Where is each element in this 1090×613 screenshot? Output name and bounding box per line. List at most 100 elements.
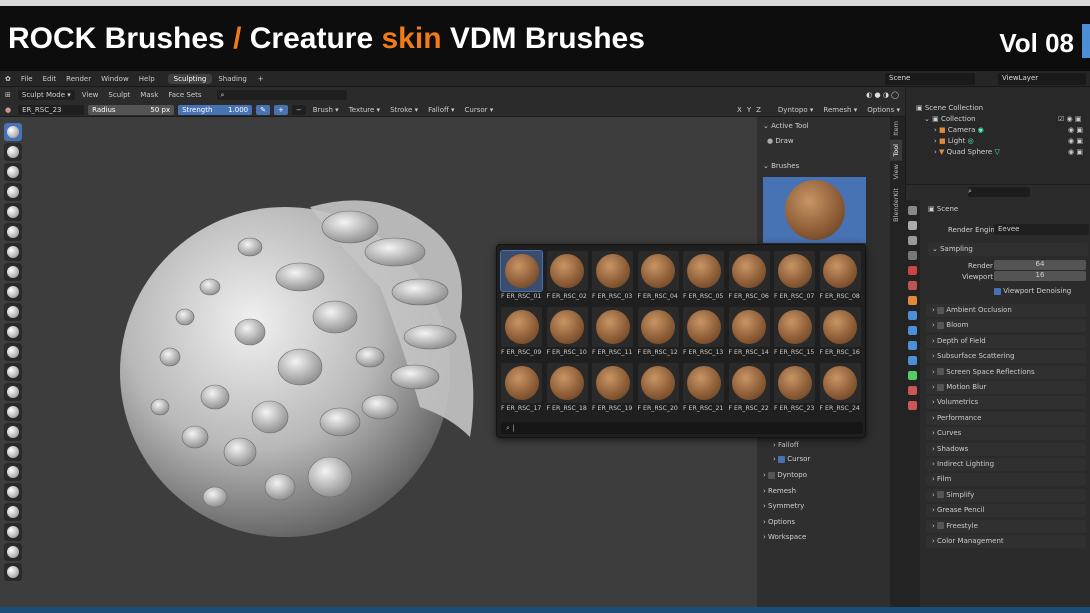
panel-motion-blur[interactable]: › Motion Blur	[926, 381, 1086, 394]
sidebar-tab-blenderkit[interactable]: BlenderKit	[890, 184, 902, 226]
tool-flatten[interactable]	[4, 323, 22, 341]
tool-rotate[interactable]	[4, 543, 22, 561]
active-tool-item[interactable]: ● Draw	[767, 137, 794, 145]
sidebar-section-dyntopo[interactable]: › Dyntopo	[763, 471, 807, 479]
brush-cell-11[interactable]: F ER_RSC_11	[592, 307, 635, 361]
axis-z-toggle[interactable]: Z	[756, 106, 761, 114]
brush-cell-17[interactable]: F ER_RSC_17	[501, 363, 544, 417]
panel-depth-of-field[interactable]: › Depth of Field	[926, 334, 1086, 348]
brush-cell-20[interactable]: F ER_RSC_20	[637, 363, 681, 417]
tool-pose[interactable]	[4, 503, 22, 521]
brush-cell-4[interactable]: F ER_RSC_04	[637, 251, 681, 305]
data-props-icon[interactable]	[908, 371, 917, 380]
outliner-item-quad-sphere[interactable]: › ▼ Quad Sphere ▽	[934, 148, 1000, 156]
physics-props-icon[interactable]	[908, 341, 917, 350]
axis-y-toggle[interactable]: Y	[747, 106, 751, 114]
panel-bloom[interactable]: › Bloom	[926, 319, 1086, 333]
active-tool-header[interactable]: ⌄ Active Tool	[763, 122, 809, 130]
world-props-icon[interactable]	[908, 281, 917, 290]
panel-grease-pencil[interactable]: › Grease Pencil	[926, 504, 1086, 518]
header-menu-face-sets[interactable]: Face Sets	[163, 91, 206, 99]
brush-cell-18[interactable]: F ER_RSC_18	[546, 363, 590, 417]
panel-checkbox[interactable]	[937, 306, 945, 314]
object-props-icon[interactable]	[908, 296, 917, 305]
tool-snake-hook[interactable]	[4, 463, 22, 481]
subtract-direction-icon[interactable]: −	[291, 104, 306, 115]
light-visibility-icon[interactable]: ◉ ▣	[1068, 137, 1083, 145]
menu-file[interactable]: File	[16, 75, 38, 83]
sidebar-tab-tool[interactable]: Tool	[890, 139, 902, 161]
tool-pinch[interactable]	[4, 403, 22, 421]
outliner-scene-collection[interactable]: ▣ Scene Collection	[916, 104, 983, 112]
pressure-toggle-icon[interactable]: ✎	[256, 104, 270, 115]
tool-clay-thumb[interactable]	[4, 203, 22, 221]
panel-simplify[interactable]: › Simplify	[926, 488, 1086, 502]
panel-shadows[interactable]: › Shadows	[926, 442, 1086, 456]
tool-clay[interactable]	[4, 163, 22, 181]
sidebar-section-symmetry[interactable]: › Symmetry	[763, 502, 804, 510]
camera-visibility-icon[interactable]: ◉ ▣	[1068, 126, 1083, 134]
render-props-icon[interactable]	[908, 221, 917, 230]
mode-selector[interactable]: Sculpt Mode ▾	[17, 90, 75, 100]
brush-cell-9[interactable]: F ER_RSC_09	[501, 307, 544, 361]
axis-x-toggle[interactable]: X	[737, 106, 742, 114]
render-samples-field[interactable]: 64	[994, 260, 1086, 270]
visibility-icons[interactable]: ☑ ◉ ▣	[1058, 115, 1081, 123]
dyntopo-checkbox[interactable]	[768, 471, 776, 479]
panel-checkbox[interactable]	[937, 522, 945, 530]
texture-props-icon[interactable]	[908, 401, 917, 410]
menu-window[interactable]: Window	[96, 75, 134, 83]
brush-preview-tile[interactable]	[763, 177, 866, 243]
editor-type-icon[interactable]: ⊞	[0, 91, 16, 99]
brush-cell-3[interactable]: F ER_RSC_03	[592, 251, 635, 305]
brush-search-input[interactable]: ⌕ |	[501, 422, 863, 434]
tool-scrape[interactable]	[4, 363, 22, 381]
brush-cell-7[interactable]: F ER_RSC_07	[774, 251, 817, 305]
brush-cell-22[interactable]: F ER_RSC_22	[728, 363, 772, 417]
menu-help[interactable]: Help	[134, 75, 160, 83]
properties-search-field[interactable]: ⌕	[968, 187, 1030, 197]
menu-edit[interactable]: Edit	[38, 75, 62, 83]
falloff-subpanel[interactable]: › Falloff	[773, 441, 799, 449]
sphere-visibility-icon[interactable]: ◉ ▣	[1068, 148, 1083, 156]
viewport-samples-field[interactable]: 16	[994, 271, 1086, 281]
brush-cell-21[interactable]: F ER_RSC_21	[683, 363, 726, 417]
sidebar-tab-item[interactable]: Item	[890, 117, 902, 140]
tool-mask[interactable]	[4, 563, 22, 581]
panel-volumetrics[interactable]: › Volumetrics	[926, 396, 1086, 410]
brush-cell-15[interactable]: F ER_RSC_15	[774, 307, 817, 361]
header-menu-mask[interactable]: Mask	[135, 91, 163, 99]
brush-cell-13[interactable]: F ER_RSC_13	[683, 307, 726, 361]
panel-film[interactable]: › Film	[926, 473, 1086, 487]
panel-checkbox[interactable]	[937, 368, 945, 376]
tool-fill[interactable]	[4, 343, 22, 361]
header-menu-sculpt[interactable]: Sculpt	[103, 91, 135, 99]
outliner-item-light[interactable]: › ■ Light ◎	[934, 137, 974, 145]
material-props-icon[interactable]	[908, 386, 917, 395]
panel-freestyle[interactable]: › Freestyle	[926, 519, 1086, 533]
brush-cell-2[interactable]: F ER_RSC_02	[546, 251, 590, 305]
tool-blob[interactable]	[4, 263, 22, 281]
constraints-props-icon[interactable]	[908, 356, 917, 365]
panel-curves[interactable]: › Curves	[926, 427, 1086, 441]
sampling-panel-header[interactable]: ⌄ Sampling	[928, 243, 1088, 256]
brush-cell-8[interactable]: F ER_RSC_08	[819, 251, 863, 305]
outliner-collection[interactable]: ⌄ ▣ Collection	[924, 115, 976, 123]
menu-remesh[interactable]: Remesh ▾	[818, 106, 862, 114]
tool-layer[interactable]	[4, 223, 22, 241]
shading-modes-icon[interactable]: ◐ ● ◑ ◯	[866, 91, 899, 99]
panel-color-management[interactable]: › Color Management	[926, 535, 1086, 548]
menu-dyntopo[interactable]: Dyntopo ▾	[773, 106, 818, 114]
panel-ambient-occlusion[interactable]: › Ambient Occlusion	[926, 304, 1086, 317]
header-menu-view[interactable]: View	[77, 91, 104, 99]
tool-nudge[interactable]	[4, 523, 22, 541]
scene-selector[interactable]: Scene	[885, 73, 975, 85]
tool-multiplane-scrape[interactable]	[4, 383, 22, 401]
tool-thumb[interactable]	[4, 483, 22, 501]
brush-cell-6[interactable]: F ER_RSC_06	[728, 251, 772, 305]
sidebar-tab-view[interactable]: View	[890, 160, 902, 183]
brush-cell-1[interactable]: F ER_RSC_01	[500, 250, 544, 305]
particles-props-icon[interactable]	[908, 326, 917, 335]
add-direction-icon[interactable]: +	[273, 104, 288, 115]
panel-checkbox[interactable]	[937, 383, 945, 391]
